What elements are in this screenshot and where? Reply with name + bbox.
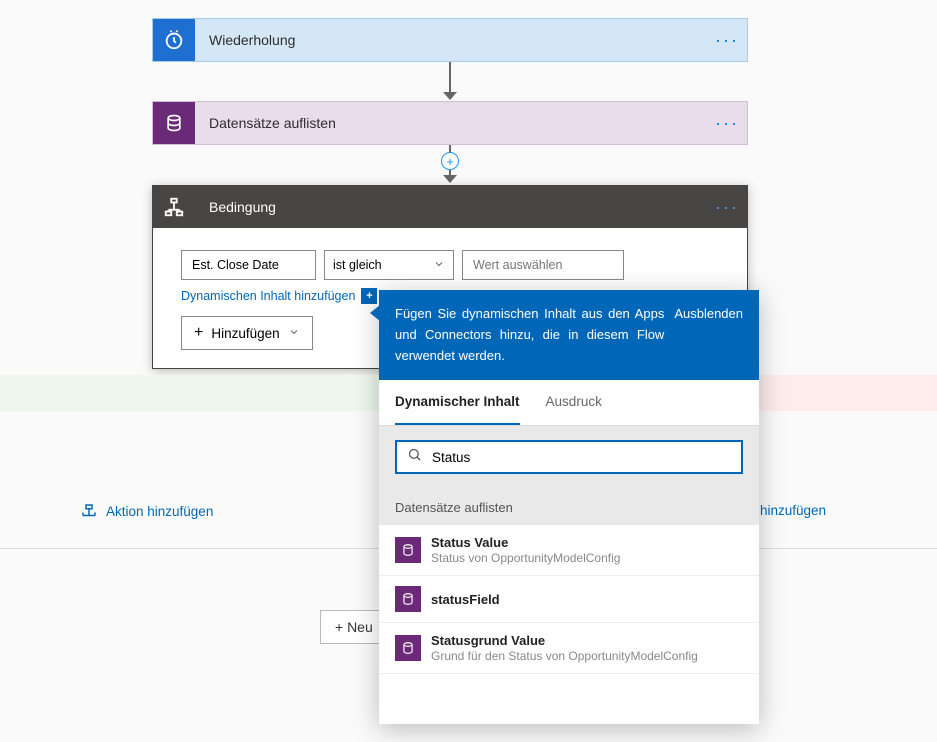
panel-header: Fügen Sie dynamischen Inhalt aus den App… bbox=[379, 290, 759, 380]
step-title: Wiederholung bbox=[195, 32, 707, 48]
dynamic-item-statusfield[interactable]: statusField bbox=[379, 576, 759, 623]
database-icon bbox=[153, 102, 195, 144]
search-icon bbox=[407, 447, 422, 467]
item-subtitle: Status von OpportunityModelConfig bbox=[431, 551, 743, 565]
dynamic-item-status-value[interactable]: Status Value Status von OpportunityModel… bbox=[379, 525, 759, 576]
step-title: Bedingung bbox=[195, 199, 707, 215]
add-action-label: hinzufügen bbox=[760, 503, 826, 518]
tab-dynamic-content[interactable]: Dynamischer Inhalt bbox=[395, 380, 520, 425]
new-step-button[interactable]: + Neu bbox=[320, 610, 388, 644]
condition-header[interactable]: Bedingung ··· bbox=[153, 186, 747, 228]
add-action-label: Aktion hinzufügen bbox=[106, 504, 213, 519]
dynamic-item-statusgrund-value[interactable]: Statusgrund Value Grund für den Status v… bbox=[379, 623, 759, 674]
panel-tabs: Dynamischer Inhalt Ausdruck bbox=[379, 380, 759, 426]
item-title: statusField bbox=[431, 592, 743, 607]
database-icon bbox=[395, 586, 421, 612]
dynamic-badge-icon[interactable]: + bbox=[361, 288, 377, 304]
search-box bbox=[395, 440, 743, 474]
more-icon[interactable]: ··· bbox=[707, 30, 747, 51]
new-step-label: + Neu bbox=[335, 619, 373, 635]
arrow-head-icon bbox=[443, 92, 457, 100]
step-recurrence[interactable]: Wiederholung ··· bbox=[152, 18, 748, 62]
step-title: Datensätze auflisten bbox=[195, 115, 707, 131]
item-subtitle: Grund für den Status von OpportunityMode… bbox=[431, 649, 743, 663]
add-condition-button[interactable]: + Hinzufügen bbox=[181, 316, 313, 350]
item-title: Statusgrund Value bbox=[431, 633, 743, 648]
database-icon bbox=[395, 635, 421, 661]
condition-operator-select[interactable]: ist gleich bbox=[324, 250, 454, 280]
dynamic-content-panel: Fügen Sie dynamischen Inhalt aus den App… bbox=[379, 290, 759, 724]
condition-left-input[interactable] bbox=[181, 250, 316, 280]
add-action-yes[interactable]: Aktion hinzufügen bbox=[80, 503, 213, 519]
database-icon bbox=[395, 537, 421, 563]
more-icon[interactable]: ··· bbox=[707, 197, 747, 218]
plus-icon: + bbox=[194, 324, 203, 342]
panel-header-text: Fügen Sie dynamischen Inhalt aus den App… bbox=[395, 304, 664, 366]
add-step-button[interactable]: + bbox=[441, 152, 459, 170]
operator-label: ist gleich bbox=[333, 258, 382, 272]
more-icon[interactable]: ··· bbox=[707, 113, 747, 134]
search-input[interactable] bbox=[432, 450, 731, 465]
add-button-label: Hinzufügen bbox=[211, 326, 279, 341]
chevron-down-icon bbox=[433, 258, 445, 273]
arrow-head-icon bbox=[443, 175, 457, 183]
condition-icon bbox=[153, 186, 195, 228]
clock-icon bbox=[153, 19, 195, 61]
condition-right-input[interactable] bbox=[462, 250, 624, 280]
hide-panel-link[interactable]: Ausblenden bbox=[674, 304, 743, 366]
item-title: Status Value bbox=[431, 535, 743, 550]
results-section-title: Datensätze auflisten bbox=[379, 488, 759, 525]
connector-arrow bbox=[449, 62, 451, 94]
tab-expression[interactable]: Ausdruck bbox=[546, 380, 602, 425]
tooltip-arrow-icon bbox=[370, 305, 380, 321]
chevron-down-icon bbox=[288, 326, 300, 341]
action-icon bbox=[80, 503, 98, 519]
add-dynamic-content-link[interactable]: Dynamischen Inhalt hinzufügen bbox=[181, 289, 355, 303]
step-list-records[interactable]: Datensätze auflisten ··· bbox=[152, 101, 748, 145]
add-action-no[interactable]: hinzufügen bbox=[760, 503, 826, 518]
